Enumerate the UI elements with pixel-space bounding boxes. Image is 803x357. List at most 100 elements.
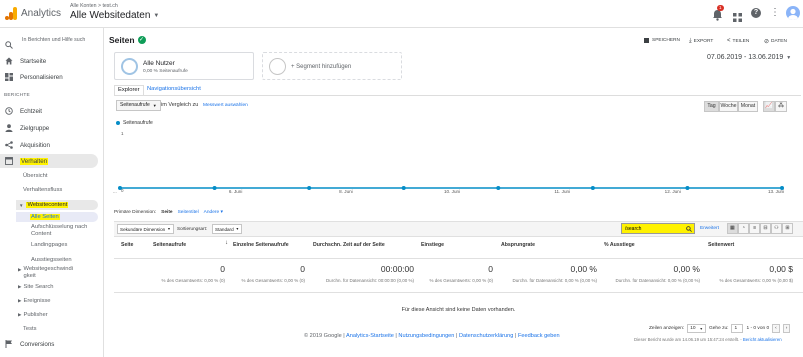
chevron-down-icon: ▼: [152, 103, 157, 108]
sidebar-item-verhalten[interactable]: Verhalten: [0, 154, 98, 168]
sidebar-subitem-websitecontent[interactable]: ▼ Websitecontent: [16, 200, 98, 210]
total-seitenwert: 0,00 $: [769, 264, 793, 274]
analytics-logo[interactable]: [5, 7, 17, 20]
term-cloud-view-icon[interactable]: ⚇: [771, 223, 782, 234]
sidebar-subitem-tests[interactable]: Tests: [23, 326, 37, 332]
x-axis-ticks: ... 6. Juni 8. Juni 10. Juni 11. Juni 12. Jun…: [113, 189, 794, 197]
btn-month[interactable]: Monat: [738, 101, 758, 112]
share-button[interactable]: < TEILEN: [727, 38, 749, 44]
data-button[interactable]: ⊘ DATEN: [764, 38, 787, 45]
line-chart-icon[interactable]: 📈: [763, 101, 775, 112]
behavior-icon: [4, 156, 14, 166]
sidebar-subitem-label: Site Search: [23, 284, 54, 290]
date-range-picker[interactable]: 07.06.2019 - 13.06.2019 ▼: [707, 54, 791, 61]
view-toggle-group: ▦ ◔ ≡ ⊟ ⚇ ⊞: [727, 223, 793, 234]
search-input[interactable]: In Berichten und Hilfe such: [22, 37, 85, 43]
col-header-einzelne[interactable]: Einzelne Seitenaufrufe: [233, 242, 289, 248]
sidebar-subitem-aufschluesselung[interactable]: Aufschlüsselung nach Content: [31, 224, 91, 238]
sidebar-item-personalisieren[interactable]: Personalisieren: [0, 70, 104, 84]
sort-arrow-icon[interactable]: ↓: [225, 240, 228, 246]
empty-table-message: Für diese Ansicht sind keine Daten vorha…: [401, 307, 516, 313]
user-avatar[interactable]: [786, 6, 800, 20]
sidebar-subitem-publisher[interactable]: ▶ Publisher: [18, 312, 48, 318]
btn-day[interactable]: Tag: [704, 101, 719, 112]
segment-circle-icon: [121, 58, 138, 75]
footer-link-terms[interactable]: Nutzungsbedingungen: [398, 333, 454, 339]
sidebar-item-akquisition[interactable]: Akquisition: [0, 138, 104, 152]
segment-add-card[interactable]: + Segment hinzufügen: [262, 52, 402, 80]
dimension-seite[interactable]: Seite: [161, 210, 172, 215]
sidebar-subitem-landingpages[interactable]: Landingpages: [31, 242, 67, 248]
sidebar-subitem-ereignisse[interactable]: ▶ Ereignisse: [18, 298, 51, 304]
product-name[interactable]: Analytics: [21, 8, 61, 19]
total-seitenaufrufe: 0: [220, 264, 225, 274]
footer-link-privacy[interactable]: Datenschutzerklärung: [459, 333, 513, 339]
col-header-zeit[interactable]: Durchschn. Zeit auf der Seite: [313, 242, 385, 248]
table-search-field[interactable]: /search: [621, 223, 695, 234]
report-title: Seiten: [109, 35, 135, 45]
metric-select[interactable]: Seitenaufrufe ▼: [116, 100, 161, 111]
property-selector[interactable]: Alle Websitedaten ▼: [70, 10, 159, 21]
x-tick-label: 11. Juni: [554, 189, 571, 194]
sidebar-item-conversions[interactable]: Conversions: [0, 337, 104, 351]
x-tick-label: 12. Juni: [664, 189, 681, 194]
performance-view-icon[interactable]: ≡: [749, 223, 760, 234]
col-header-einstiege[interactable]: Einstiege: [421, 242, 444, 248]
col-header-ausstiege[interactable]: % Ausstiege: [604, 242, 635, 248]
sort-select[interactable]: Standard ▼: [212, 224, 243, 234]
sidebar-item-label: Conversions: [20, 340, 55, 348]
col-header-seitenaufrufe[interactable]: Seitenaufrufe: [153, 242, 186, 248]
secondary-dimension-select[interactable]: Sekundäre Dimension ▼: [117, 224, 174, 234]
apps-grid-icon[interactable]: [733, 9, 742, 22]
footer-link-home[interactable]: Analytics-Startseite: [346, 333, 394, 339]
dimension-seitentitel[interactable]: Seitentitel: [178, 210, 199, 215]
refresh-report-link[interactable]: Bericht aktualisieren: [743, 337, 782, 342]
dimension-andere[interactable]: Andere ▾: [204, 210, 223, 215]
sidebar-subitem-site-search[interactable]: ▶ Site Search: [18, 284, 53, 290]
x-tick-label: ...: [113, 189, 117, 194]
percentage-view-icon[interactable]: ◔: [738, 223, 749, 234]
col-header-seitenwert[interactable]: Seitenwert: [708, 242, 734, 248]
sidebar-subitem-verhaltensfluss[interactable]: Verhaltensfluss: [23, 187, 62, 193]
tab-navigation[interactable]: Navigationsübersicht: [144, 85, 204, 95]
footer-link-feedback[interactable]: Feedback geben: [518, 333, 560, 339]
sidebar-item-echtzeit[interactable]: Echtzeit: [0, 104, 104, 118]
total-ausstiege-sub: Durchn. für Datenansicht: 0,00 % (0,00 %…: [615, 278, 700, 283]
sidebar-subitem-uebersicht[interactable]: Übersicht: [23, 173, 47, 179]
data-view-icon[interactable]: ▦: [727, 223, 738, 234]
x-tick-label: 13. Juni: [768, 189, 785, 194]
advanced-filter-link[interactable]: Erweitert: [700, 226, 719, 231]
table-search-input[interactable]: /search: [625, 226, 684, 232]
segment-card-all-users[interactable]: Alle Nutzer 0,00 % Seitenaufrufe: [114, 52, 254, 80]
next-page-icon[interactable]: ›: [782, 324, 791, 333]
goto-input[interactable]: 1: [731, 324, 744, 333]
sidebar-subitem-label: Ereignisse: [23, 298, 51, 304]
sidebar-subitem-ausstiegsseiten[interactable]: Ausstiegsseiten: [31, 257, 72, 263]
pivot-view-icon[interactable]: ⊞: [782, 223, 793, 234]
rows-select[interactable]: 10 ▼: [687, 324, 707, 333]
account-breadcrumb[interactable]: Alle Konten > test.ch: [70, 3, 118, 9]
save-button[interactable]: SPEICHERN: [644, 38, 680, 43]
col-header-absprungrate[interactable]: Absprungrate: [501, 242, 535, 248]
compare-metric-link[interactable]: Messwert auswählen: [203, 103, 248, 108]
sidebar-item-startseite[interactable]: Startseite: [0, 54, 104, 68]
sidebar-subitem-alle-seiten[interactable]: Alle Seiten: [16, 212, 98, 222]
sidebar-subitem-geschwindigkeit[interactable]: ▶ Websitegeschwindigkeit: [18, 266, 98, 280]
sidebar-search[interactable]: In Berichten und Hilfe such: [0, 34, 104, 49]
export-button[interactable]: ⤓ EXPORT: [689, 38, 713, 45]
more-vert-icon[interactable]: ⋮: [770, 7, 780, 19]
tab-explorer[interactable]: Explorer: [114, 85, 144, 95]
comparison-view-icon[interactable]: ⊟: [760, 223, 771, 234]
help-icon[interactable]: ?: [751, 8, 761, 18]
chevron-down-icon: ▼: [153, 12, 160, 19]
share-icon: <: [727, 38, 731, 44]
notifications-bell-icon[interactable]: 1: [712, 5, 724, 21]
total-einstiege-sub: % des Gesamtwerts: 0,00 % (0): [429, 278, 493, 283]
search-icon[interactable]: [684, 224, 694, 233]
rows-select-value: 10: [690, 325, 696, 331]
sidebar-item-zielgruppe[interactable]: Zielgruppe: [0, 121, 104, 135]
prev-page-icon[interactable]: ‹: [772, 324, 780, 333]
motion-chart-icon[interactable]: ⁂: [775, 101, 787, 112]
col-header-seite[interactable]: Seite: [121, 242, 133, 248]
btn-week[interactable]: Woche: [719, 101, 738, 112]
